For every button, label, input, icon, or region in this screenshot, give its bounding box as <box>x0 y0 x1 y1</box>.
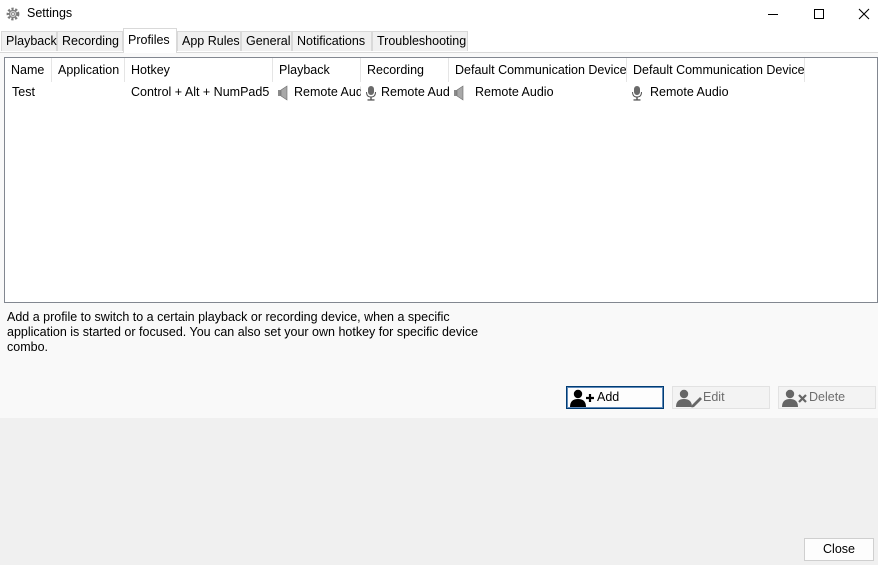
speaker-icon <box>278 85 288 101</box>
close-button[interactable]: Close <box>804 538 874 561</box>
cell-default-comm-recording: Remote Audio <box>631 83 805 101</box>
edit-profile-button[interactable]: Edit <box>672 386 770 409</box>
delete-profile-button[interactable]: Delete <box>778 386 876 409</box>
minimize-icon <box>768 14 778 15</box>
cell-application <box>58 83 124 101</box>
tab-profiles[interactable]: Profiles <box>123 28 177 53</box>
close-window-button[interactable] <box>842 0 878 28</box>
title-bar: Settings <box>0 0 878 28</box>
tab-troubleshooting[interactable]: Troubleshooting <box>372 31 468 51</box>
tab-playback[interactable]: Playback <box>1 31 57 51</box>
gear-icon <box>6 7 20 21</box>
profiles-page: Name Application Hotkey Playback Recordi… <box>0 52 878 418</box>
tab-general[interactable]: General <box>241 31 292 51</box>
maximize-icon <box>814 9 824 19</box>
column-header-default-comm-recording[interactable]: Default Communication Device <box>627 58 805 82</box>
profiles-list[interactable]: Name Application Hotkey Playback Recordi… <box>4 57 878 303</box>
maximize-button[interactable] <box>796 0 842 28</box>
window-title: Settings <box>27 6 73 20</box>
cell-name: Test <box>12 85 35 99</box>
column-header-hotkey[interactable]: Hotkey <box>125 58 273 82</box>
speaker-icon <box>454 85 464 101</box>
microphone-icon <box>632 85 642 101</box>
tab-app-rules[interactable]: App Rules <box>177 31 241 51</box>
column-header-default-comm-playback[interactable]: Default Communication Device <box>449 58 627 82</box>
cell-default-comm-playback: Remote Audio <box>453 83 627 101</box>
tab-recording[interactable]: Recording <box>57 31 123 51</box>
column-header-name[interactable]: Name <box>5 58 52 82</box>
add-profile-button[interactable]: Add <box>566 386 664 409</box>
delete-user-icon <box>782 389 807 407</box>
minimize-button[interactable] <box>750 0 796 28</box>
column-header-playback[interactable]: Playback <box>273 58 361 82</box>
add-user-icon <box>570 389 594 407</box>
cell-recording: Remote Audio <box>365 83 449 101</box>
tab-strip: Playback Recording Profiles App Rules Ge… <box>0 28 878 53</box>
cell-hotkey: Control + Alt + NumPad5 <box>131 85 270 99</box>
tab-notifications[interactable]: Notifications <box>292 31 372 51</box>
profiles-description: Add a profile to switch to a certain pla… <box>7 310 479 354</box>
microphone-icon <box>366 85 376 101</box>
close-icon <box>858 8 870 20</box>
column-header-application[interactable]: Application <box>52 58 125 82</box>
cell-playback: Remote Audio <box>277 83 361 101</box>
edit-user-icon <box>676 389 702 408</box>
column-header-recording[interactable]: Recording <box>361 58 449 82</box>
